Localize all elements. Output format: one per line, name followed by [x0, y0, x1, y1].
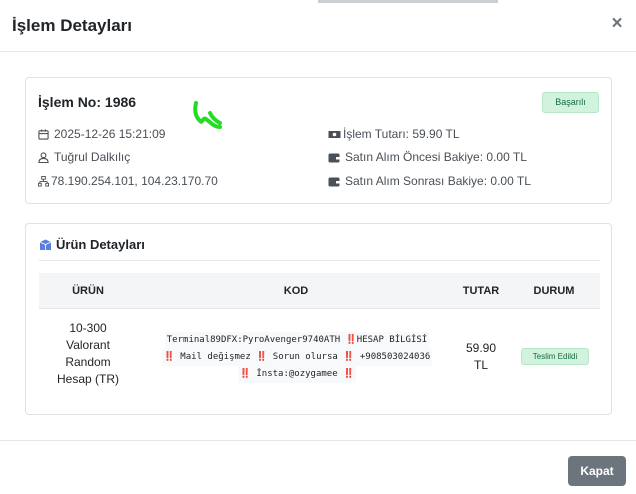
modal-footer	[0, 440, 636, 494]
balance-before-line: Satın Alım Öncesi Bakiye: 0.00 TL	[328, 150, 527, 164]
status-badge: Başarılı	[542, 92, 599, 113]
balance-after: Satın Alım Sonrası Bakiye: 0.00 TL	[345, 174, 531, 188]
close-icon[interactable]: ×	[610, 13, 624, 35]
product-details-label: Ürün Detayları	[56, 237, 145, 252]
money-icon	[328, 129, 341, 140]
code-line: ‼️ İnsta:@ozygamee ‼️	[237, 366, 357, 383]
column-header-status: DURUM	[533, 285, 575, 297]
amount-value: 59.90	[465, 341, 497, 355]
modal-title: İşlem Detayları	[12, 16, 133, 35]
amount-currency: TL	[473, 358, 488, 372]
user-icon	[38, 151, 49, 163]
transaction-number: İşlem No: 1986	[38, 94, 137, 110]
transaction-info-card: İşlem No: 1986 Başarılı 2025-12-26 15:21…	[25, 77, 612, 204]
product-name-line: Valorant	[66, 338, 110, 352]
wallet-icon	[328, 176, 340, 187]
close-button[interactable]: Kapat	[568, 456, 626, 486]
column-header-amount: TUTAR	[462, 285, 500, 297]
calendar-icon	[38, 128, 49, 140]
product-code-cell: Terminal89DFX:PyroAvenger9740ATH ‼️HESAP…	[148, 332, 446, 383]
amount-line: İşlem Tutarı: 59.90 TL	[328, 127, 460, 141]
product-details-card: Ürün Detayları ÜRÜN KOD TUTAR DURUM 10-3…	[25, 223, 612, 415]
modal-header: İşlem Detayları ×	[0, 0, 636, 52]
ip-line: 78.190.254.101, 104.23.170.70	[38, 174, 218, 188]
divider	[39, 260, 600, 261]
product-details-title: Ürün Detayları	[39, 237, 145, 252]
balance-after-line: Satın Alım Sonrası Bakiye: 0.00 TL	[328, 174, 531, 188]
transaction-amount: İşlem Tutarı: 59.90 TL	[343, 127, 460, 141]
delivery-status-badge: Teslim Edildi	[521, 348, 589, 365]
product-name-line: Hesap (TR)	[56, 372, 119, 386]
code-line: ‼️ Mail değişmez ‼️ Sorun olursa ‼️ +908…	[161, 349, 433, 366]
network-icon	[38, 175, 49, 187]
product-name-cell: 10-300 Valorant Random Hesap (TR)	[44, 320, 132, 388]
column-header-product: ÜRÜN	[72, 285, 104, 297]
date-line: 2025-12-26 15:21:09	[38, 127, 165, 141]
customer-line: Tuğrul Dalkılıç	[38, 150, 130, 164]
column-header-code: KOD	[283, 285, 309, 297]
handwritten-mark	[193, 101, 222, 129]
customer-name: Tuğrul Dalkılıç	[54, 150, 131, 164]
transaction-datetime: 2025-12-26 15:21:09	[54, 127, 166, 141]
box-icon	[39, 239, 52, 251]
balance-before: Satın Alım Öncesi Bakiye: 0.00 TL	[345, 150, 527, 164]
ip-addresses: 78.190.254.101, 104.23.170.70	[51, 174, 218, 188]
product-name-line: 10-300	[69, 321, 107, 335]
product-name-line: Random	[65, 355, 111, 369]
product-amount-cell: 59.90 TL	[456, 340, 506, 374]
code-line: Terminal89DFX:PyroAvenger9740ATH ‼️HESAP…	[164, 332, 430, 349]
table-header: ÜRÜN KOD TUTAR DURUM	[39, 273, 600, 309]
wallet-icon	[328, 152, 340, 163]
